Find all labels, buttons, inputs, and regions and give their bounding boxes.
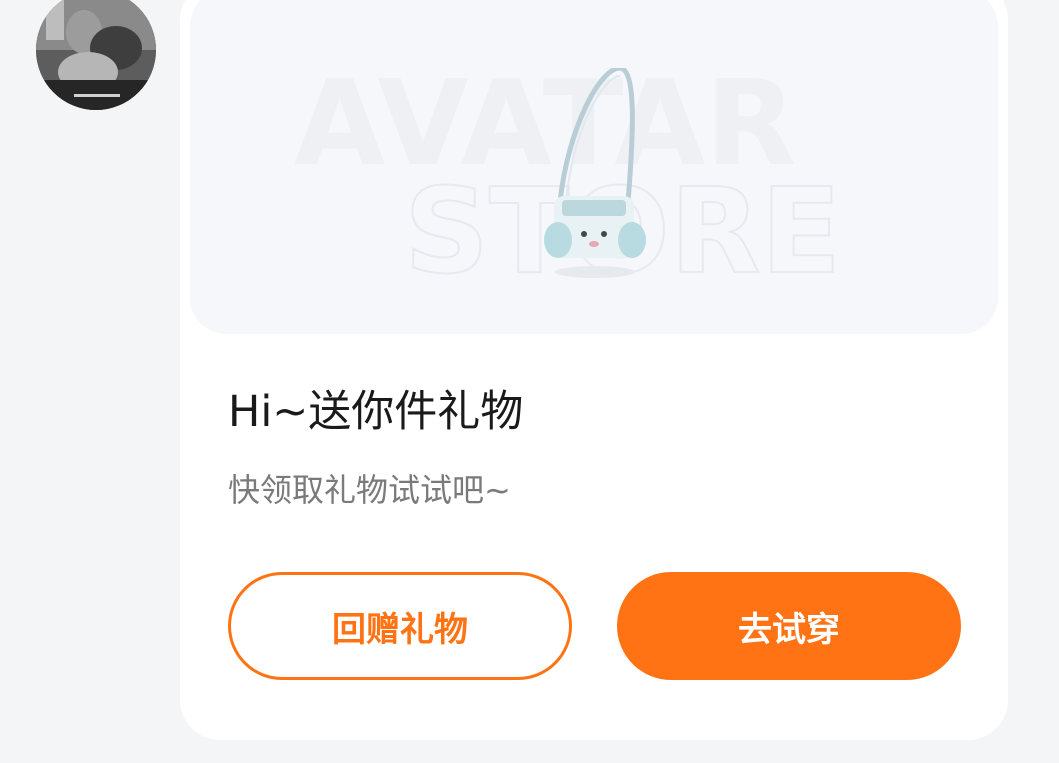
return-gift-button[interactable]: 回赠礼物 xyxy=(228,572,572,680)
product-panel: AVATAR STORE xyxy=(190,0,998,334)
shoulder-bag-image xyxy=(544,68,646,278)
gift-title: Hi~送你件礼物 xyxy=(228,387,524,437)
try-on-button[interactable]: 去试穿 xyxy=(617,572,961,680)
gift-subtitle: 快领取礼物试试吧~ xyxy=(228,471,511,509)
avatar-photo-icon xyxy=(36,0,156,110)
gift-card: AVATAR STORE Hi~送你件礼物 快领取礼物试试吧~ 回赠礼物 去试穿 xyxy=(180,0,1008,740)
chat-screen: AVATAR STORE Hi~送你件礼物 快领取礼物试试吧~ 回赠礼物 去试穿 xyxy=(0,0,1059,763)
sender-avatar[interactable] xyxy=(36,0,156,110)
